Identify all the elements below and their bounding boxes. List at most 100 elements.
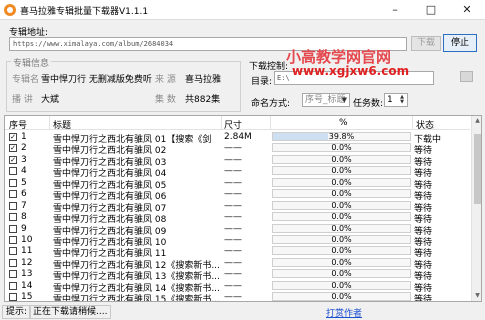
- row-size: ——: [224, 269, 242, 280]
- table-row[interactable]: 7 雪中悍刀行之西北有骓凤 07 —— 0.0% 等待: [5, 200, 470, 214]
- row-size: ——: [224, 200, 242, 211]
- table-header: 序号 标题 尺寸 % 状态: [5, 116, 470, 131]
- row-title: 雪中悍刀行之西北有骓凤 15《搜索新书...: [53, 295, 220, 302]
- table-row[interactable]: 13 雪中悍刀行之西北有骓凤 13《搜索新书... —— 0.0% 等待: [5, 268, 470, 282]
- row-checkbox[interactable]: [9, 213, 17, 222]
- row-checkbox[interactable]: [9, 270, 17, 279]
- col-header-status[interactable]: 状态: [416, 118, 434, 131]
- row-progress-text: 0.0%: [331, 223, 352, 233]
- row-number: 6: [21, 189, 27, 200]
- column-divider: [221, 116, 222, 129]
- row-progress-text: 0.0%: [331, 212, 352, 222]
- table-row[interactable]: 6 雪中悍刀行之西北有骓凤 06 —— 0.0% 等待: [5, 188, 470, 202]
- folder-icon[interactable]: [460, 71, 473, 82]
- row-checkbox[interactable]: [9, 224, 17, 233]
- table-row[interactable]: 10 雪中悍刀行之西北有骓凤 10 —— 0.0% 等待: [5, 234, 470, 248]
- column-divider: [49, 116, 50, 129]
- status-bar: 提示: 正在下载请稍候.... 打赏作者: [0, 304, 485, 320]
- reader-label: 播 讲: [12, 95, 33, 105]
- row-size: ——: [224, 177, 242, 188]
- naming-select-value: 序号_标题: [305, 95, 346, 105]
- row-progress-bar: 0.0%: [272, 223, 411, 233]
- album-name-label: 专辑名: [12, 75, 40, 85]
- app-icon: [4, 4, 16, 16]
- row-progress-text: 0.0%: [331, 143, 352, 153]
- scroll-up-icon[interactable]: ▲: [472, 116, 481, 126]
- stepper-arrows-icon[interactable]: ▲ ▼: [398, 95, 406, 105]
- table-row[interactable]: 12 雪中悍刀行之西北有骓凤 12《搜索新书... —— 0.0% 等待: [5, 257, 470, 271]
- row-size: ——: [224, 212, 242, 223]
- row-progress-bar: 0.0%: [272, 280, 411, 290]
- table-row[interactable]: 15 雪中悍刀行之西北有骓凤 15《搜索新书... —— 0.0% 等待: [5, 291, 470, 302]
- row-checkbox[interactable]: ✓: [9, 133, 17, 141]
- table-row[interactable]: ✓ 1 雪中悍刀行之西北有骓凤 01【搜索《剑 2.84M 39.8% 下载中: [5, 131, 470, 145]
- table-row[interactable]: ✓ 2 雪中悍刀行之西北有骓凤 02 —— 0.0% 等待: [5, 142, 470, 156]
- row-number: 1: [21, 132, 27, 142]
- row-progress-text: 0.0%: [331, 154, 352, 164]
- table-row[interactable]: 4 雪中悍刀行之西北有骓凤 04 —— 0.0% 等待: [5, 165, 470, 179]
- chevron-down-icon: ▼: [341, 96, 347, 104]
- col-header-num[interactable]: 序号: [9, 118, 27, 131]
- column-divider: [270, 116, 271, 129]
- row-progress-bar: 0.0%: [272, 269, 411, 279]
- row-number: 2: [21, 143, 27, 154]
- row-checkbox[interactable]: ✓: [9, 155, 17, 164]
- table-row[interactable]: 11 雪中悍刀行之西北有骓凤 11 —— 0.0% 等待: [5, 245, 470, 259]
- row-checkbox[interactable]: [9, 201, 17, 210]
- donate-author-link[interactable]: 打赏作者: [326, 306, 362, 319]
- row-number: 15: [21, 292, 33, 302]
- table-row[interactable]: 5 雪中悍刀行之西北有骓凤 05 —— 0.0% 等待: [5, 177, 470, 191]
- table-row[interactable]: 9 雪中悍刀行之西北有骓凤 09 —— 0.0% 等待: [5, 223, 470, 237]
- download-button[interactable]: 下载: [411, 36, 441, 51]
- scroll-down-icon[interactable]: ▼: [472, 291, 481, 301]
- table-row[interactable]: ✓ 3 雪中悍刀行之西北有骓凤 03 —— 0.0% 等待: [5, 154, 470, 168]
- source-label: 来 源: [155, 75, 176, 85]
- status-message: 正在下载请稍候....: [29, 305, 112, 319]
- row-size: ——: [224, 292, 242, 302]
- row-progress-bar: 0.0%: [272, 166, 411, 176]
- row-number: 5: [21, 177, 27, 188]
- row-size: ——: [224, 166, 242, 177]
- episode-table[interactable]: 序号 标题 尺寸 % 状态 ✓ 1 雪中悍刀行之西北有骓凤 01【搜索《剑 2.84M…: [4, 115, 482, 302]
- col-header-percent[interactable]: %: [339, 118, 348, 128]
- row-checkbox[interactable]: [9, 247, 17, 256]
- row-checkbox[interactable]: [9, 281, 17, 290]
- col-header-size[interactable]: 尺寸: [224, 118, 242, 131]
- row-number: 9: [21, 223, 27, 234]
- minimize-button[interactable]: –: [377, 0, 413, 20]
- row-number: 8: [21, 212, 27, 223]
- close-button[interactable]: ✕: [449, 0, 485, 20]
- row-progress-bar: 0.0%: [272, 200, 411, 210]
- tasks-label: 任务数:: [353, 99, 384, 109]
- naming-select[interactable]: 序号_标题 ▼: [302, 93, 350, 107]
- scroll-thumb[interactable]: [474, 134, 481, 204]
- row-checkbox[interactable]: [9, 167, 17, 176]
- row-progress-text: 0.0%: [331, 269, 352, 279]
- row-size: ——: [224, 154, 242, 165]
- row-number: 7: [21, 200, 27, 211]
- row-size: ——: [224, 246, 242, 257]
- row-checkbox[interactable]: [9, 258, 17, 267]
- row-checkbox[interactable]: [9, 235, 17, 244]
- row-size: ——: [224, 234, 242, 245]
- row-number: 4: [21, 166, 27, 177]
- table-row[interactable]: 14 雪中悍刀行之西北有骓凤 14《搜索新书... —— 0.0% 等待: [5, 280, 470, 294]
- album-info-title: 专辑信息: [11, 56, 52, 69]
- reader-value: 大斌: [41, 95, 60, 105]
- row-size: ——: [224, 143, 242, 154]
- tasks-value: 1: [387, 95, 393, 105]
- row-checkbox[interactable]: ✓: [9, 144, 17, 153]
- maximize-button[interactable]: □: [413, 0, 449, 20]
- row-size: 2.84M: [224, 132, 252, 142]
- tasks-stepper[interactable]: 1 ▲ ▼: [384, 93, 408, 107]
- row-checkbox[interactable]: [9, 293, 17, 301]
- row-progress-bar: 0.0%: [272, 212, 411, 222]
- row-checkbox[interactable]: [9, 190, 17, 199]
- row-progress-text: 0.0%: [331, 257, 352, 267]
- stop-button[interactable]: 停止: [443, 34, 477, 52]
- col-header-title[interactable]: 标题: [53, 118, 71, 131]
- row-checkbox[interactable]: [9, 178, 17, 187]
- table-row[interactable]: 8 雪中悍刀行之西北有骓凤 08 —— 0.0% 等待: [5, 211, 470, 225]
- vertical-scrollbar[interactable]: ▲ ▼: [471, 116, 481, 301]
- row-number: 11: [21, 246, 33, 257]
